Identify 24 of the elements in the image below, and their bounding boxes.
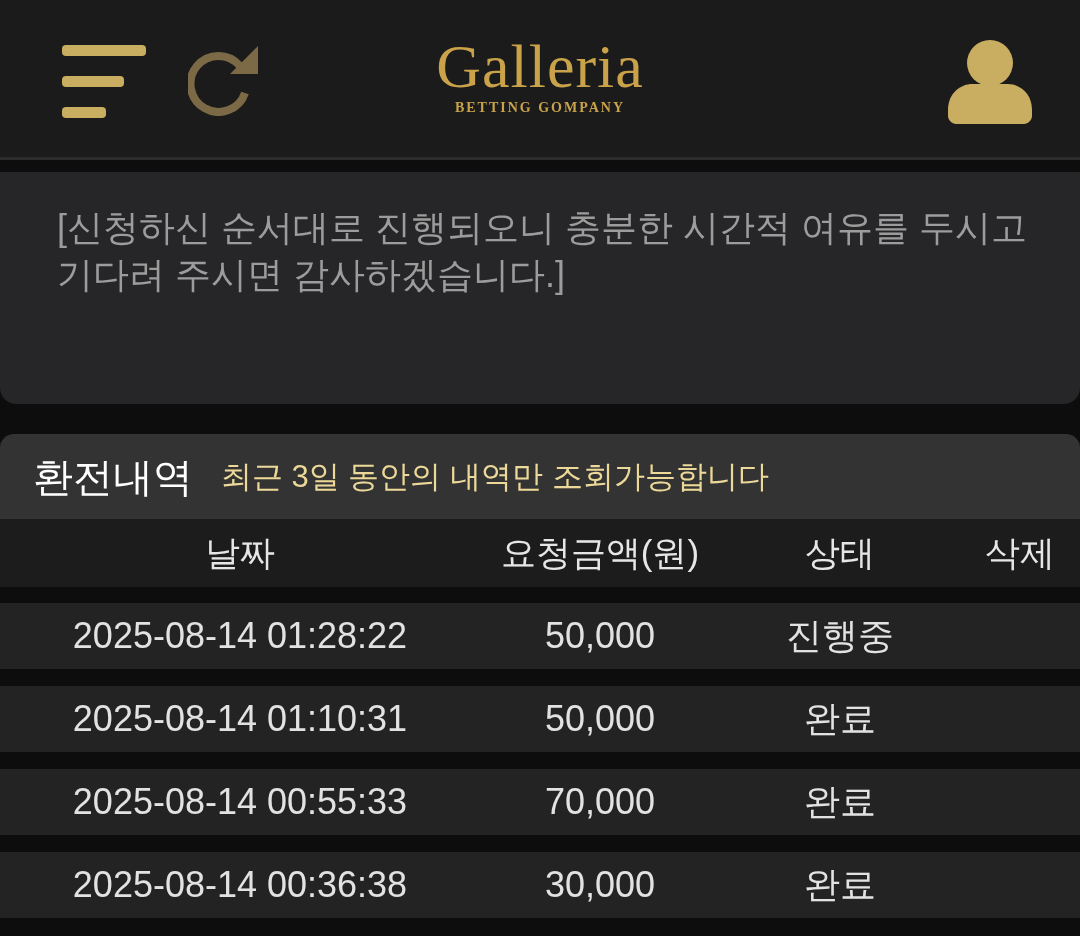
logo-title: Galleria: [436, 32, 644, 100]
table-cell: 2025-08-14 00:36:38: [72, 863, 408, 907]
menu-icon[interactable]: [62, 45, 146, 118]
column-header: 상태: [805, 532, 875, 574]
table-cell: 2025-08-14 00:55:33: [72, 780, 408, 824]
table-cell: 완료: [804, 780, 876, 824]
section-note: 최근 3일 동안의 내역만 조회가능합니다: [221, 457, 769, 496]
table-cell: 진행중: [786, 614, 894, 658]
column-header: 삭제: [985, 532, 1055, 574]
user-icon[interactable]: [948, 40, 1032, 124]
table-cell: 2025-08-14 01:28:22: [72, 614, 408, 658]
table-cell: 70,000: [544, 780, 656, 824]
column-header: 날짜: [205, 532, 275, 574]
logo-subtitle: BETTING GOMPANY: [454, 100, 626, 116]
section-title: 환전내역: [33, 453, 193, 501]
table-cell: 50,000: [544, 614, 656, 658]
notice-text: [신청하신 순서대로 진행되오니 충분한 시간적 여유를 두시고 기다려 주시면 감사하겠습니다.]: [57, 206, 1027, 297]
table-cell: 완료: [804, 697, 876, 741]
table-cell: 완료: [804, 863, 876, 907]
table-cell: 2025-08-14 01:10:31: [72, 697, 408, 741]
table-cell: 30,000: [544, 863, 656, 907]
table-cell: 50,000: [544, 697, 656, 741]
column-header: 요청금액(원): [500, 532, 700, 574]
refresh-icon[interactable]: [188, 46, 258, 116]
